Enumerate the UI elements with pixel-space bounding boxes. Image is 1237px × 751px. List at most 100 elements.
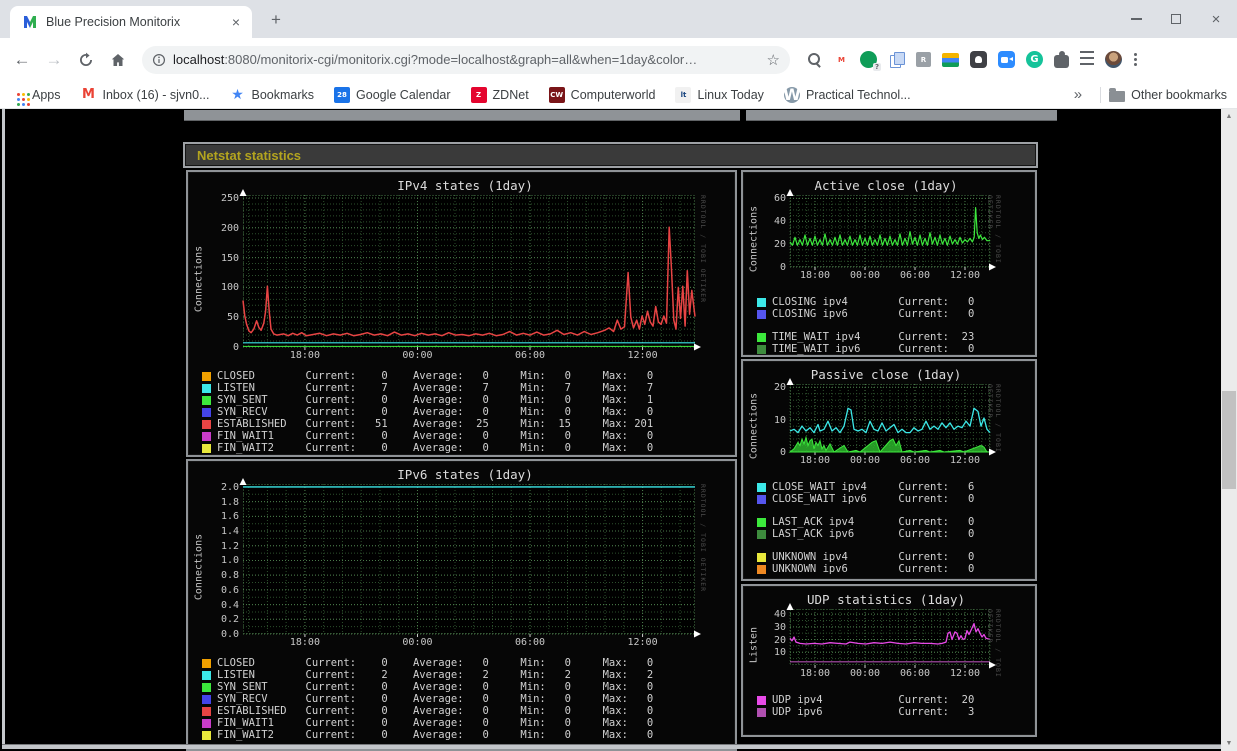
legend-swatch <box>757 707 766 717</box>
legend-swatch <box>202 670 211 680</box>
url-text[interactable]: localhost:8080/monitorix-cgi/monitorix.c… <box>173 52 760 67</box>
menu-dots-icon[interactable] <box>1133 51 1137 68</box>
x-tick-label: 18:00 <box>289 637 320 648</box>
legend-row: CLOSED Current: 0 Average: 0 Min: 0 Max:… <box>202 370 735 382</box>
bookmark-practical-technology[interactable]: W Practical Technol... <box>783 85 911 104</box>
y-tick-label: 1.2 <box>220 540 239 552</box>
info-icon[interactable] <box>152 53 166 67</box>
legend-text: FIN_WAIT1 Current: 0 Average: 0 Min: 0 M… <box>217 717 654 729</box>
bookmark-label: ZDNet <box>492 87 529 102</box>
pocket-icon[interactable] <box>970 51 987 68</box>
legend-row: ESTABLISHED Current: 0 Average: 0 Min: 0… <box>202 705 735 717</box>
legend-text: SYN_RECV Current: 0 Average: 0 Min: 0 Ma… <box>217 693 654 705</box>
y-tick-label: 0.0 <box>220 629 239 640</box>
copy-pages-icon[interactable] <box>888 51 905 68</box>
scroll-up-arrow-icon[interactable]: ▲ <box>1221 109 1237 124</box>
legend-swatch <box>202 395 211 405</box>
bookmarks-overflow-chevron[interactable]: » <box>1074 86 1082 103</box>
legend-swatch <box>757 517 766 527</box>
legend-row: SYN_SENT Current: 0 Average: 0 Min: 0 Ma… <box>202 394 735 406</box>
bookmarks-items: Apps M Inbox (16) - sjvn0... ★ Bookmarks 28 Go… <box>10 85 1064 104</box>
previous-section-table-edge <box>184 110 740 121</box>
bookmark-computerworld[interactable]: CW Computerworld <box>548 86 655 103</box>
x-tick-label: 18:00 <box>799 270 831 281</box>
bookmark-star-icon[interactable]: ☆ <box>767 51 780 69</box>
legend-text: UNKNOWN ipv6 Current: 0 <box>772 563 975 575</box>
tab-title: Blue Precision Monitorix <box>46 15 181 29</box>
scroll-down-arrow-icon[interactable]: ▼ <box>1221 736 1237 751</box>
bookmark-inbox[interactable]: M Inbox (16) - sjvn0... <box>81 87 209 103</box>
legend-swatch <box>202 658 211 668</box>
bookmark-linux-today[interactable]: lt Linux Today <box>675 86 764 103</box>
legend-swatch <box>202 718 211 728</box>
legend-text: CLOSE_WAIT ipv4 Current: 6 <box>772 481 975 493</box>
active-close-legend: CLOSING ipv4 Current: 0 CLOSING ipv6 Curr… <box>757 296 1035 355</box>
y-tick-label: 40 <box>773 609 786 621</box>
chart-title: UDP statistics (1day) <box>806 592 966 607</box>
chart-plot[interactable] <box>786 378 996 456</box>
passive-close-chart[interactable]: Passive close (1day) Connections 0 10 20 1… <box>743 361 1035 467</box>
window-maximize-button[interactable] <box>1169 12 1183 26</box>
y-tick-label: 0.2 <box>220 614 239 626</box>
chart-plot[interactable] <box>786 603 996 669</box>
back-button[interactable]: ← <box>8 46 36 74</box>
other-bookmarks-label: Other bookmarks <box>1131 87 1227 102</box>
other-bookmarks[interactable]: Other bookmarks <box>1109 87 1227 102</box>
window-minimize-button[interactable] <box>1129 12 1143 26</box>
legend-text: UDP ipv4 Current: 20 <box>772 694 975 706</box>
y-tick-label: 1.6 <box>220 511 239 523</box>
passive-close-panel: Passive close (1day) Connections 0 10 20 1… <box>741 359 1037 581</box>
extensions-puzzle-icon[interactable] <box>1054 50 1069 68</box>
tab-close-icon[interactable]: × <box>228 14 244 30</box>
bookmark-bookmarks[interactable]: ★ Bookmarks <box>230 87 314 103</box>
bookmarks-divider <box>1100 86 1102 103</box>
bookmark-google-calendar[interactable]: 28 Google Calendar <box>334 86 451 103</box>
address-bar[interactable]: localhost:8080/monitorix-cgi/monitorix.c… <box>142 45 790 74</box>
new-tab-button[interactable]: + <box>264 10 288 30</box>
chart-y-axis-label: Connections <box>748 392 759 459</box>
playlist-icon[interactable] <box>1080 51 1094 68</box>
bookmark-zdnet[interactable]: Z ZDNet <box>470 86 529 103</box>
ipv4-states-chart[interactable]: IPv4 states (1day) Connections 0 50 100 150… <box>188 172 735 362</box>
reload-button[interactable] <box>72 46 100 74</box>
books-icon[interactable] <box>942 52 959 67</box>
legend-row: UNKNOWN ipv6 Current: 0 <box>757 563 1035 575</box>
forward-button[interactable]: → <box>40 46 68 74</box>
browser-toolbar: ← → localhost:8080/monitorix-cgi/monitor… <box>0 38 1237 81</box>
udp-statistics-chart[interactable]: UDP statistics (1day) Listen 10 20 30 40 18… <box>743 586 1035 680</box>
profile-avatar-icon[interactable] <box>1105 51 1122 68</box>
rrdtool-credit: RRDTOOL / TOBI OETIKER <box>986 195 1002 264</box>
x-tick-label: 00:00 <box>849 668 881 679</box>
rrdtool-credit: RRDTOOL / TOBI OETIKER <box>986 609 1002 678</box>
chart-x-ticks: 18:00 00:00 06:00 12:00 <box>790 452 990 467</box>
ipv6-states-chart[interactable]: IPv6 states (1day) Connections 0.0 0.2 0.4… <box>188 461 735 649</box>
chart-y-ticks: 0 10 20 <box>760 382 790 458</box>
legend-swatch <box>757 695 766 705</box>
practical-technology-icon: W <box>783 85 801 104</box>
active-close-chart[interactable]: Active close (1day) Connections 0 20 40 60 … <box>743 172 1035 282</box>
scrollbar-thumb[interactable] <box>1222 391 1236 489</box>
chart-plot[interactable] <box>786 189 996 271</box>
window-close-button[interactable]: × <box>1209 11 1223 28</box>
chart-plot[interactable] <box>239 478 701 638</box>
hangouts-icon[interactable]: ? <box>860 51 881 71</box>
chart-y-axis-label: Connections <box>193 533 204 600</box>
grammarly-icon[interactable]: G <box>1026 51 1043 68</box>
x-tick-label: 12:00 <box>627 350 658 361</box>
search-icon[interactable] <box>806 51 823 68</box>
window-controls: × <box>1129 0 1229 38</box>
zoom-icon[interactable] <box>998 51 1015 68</box>
legend-row: FIN_WAIT1 Current: 0 Average: 0 Min: 0 M… <box>202 717 735 729</box>
chart-plot[interactable] <box>239 189 701 351</box>
y-tick-label: 2.0 <box>220 481 239 493</box>
scrollbar[interactable]: ▲ ▼ <box>1221 109 1237 751</box>
gmail-icon[interactable]: M <box>834 52 849 67</box>
browser-tab[interactable]: Blue Precision Monitorix × <box>10 6 252 38</box>
rakuten-icon[interactable]: R <box>916 52 931 67</box>
home-button[interactable] <box>104 46 132 74</box>
legend-swatch <box>202 682 211 692</box>
y-tick-label: 0 <box>779 447 786 458</box>
bookmark-apps[interactable]: Apps <box>10 87 61 103</box>
udp-statistics-panel: UDP statistics (1day) Listen 10 20 30 40 18… <box>741 584 1037 737</box>
legend-swatch <box>202 431 211 441</box>
